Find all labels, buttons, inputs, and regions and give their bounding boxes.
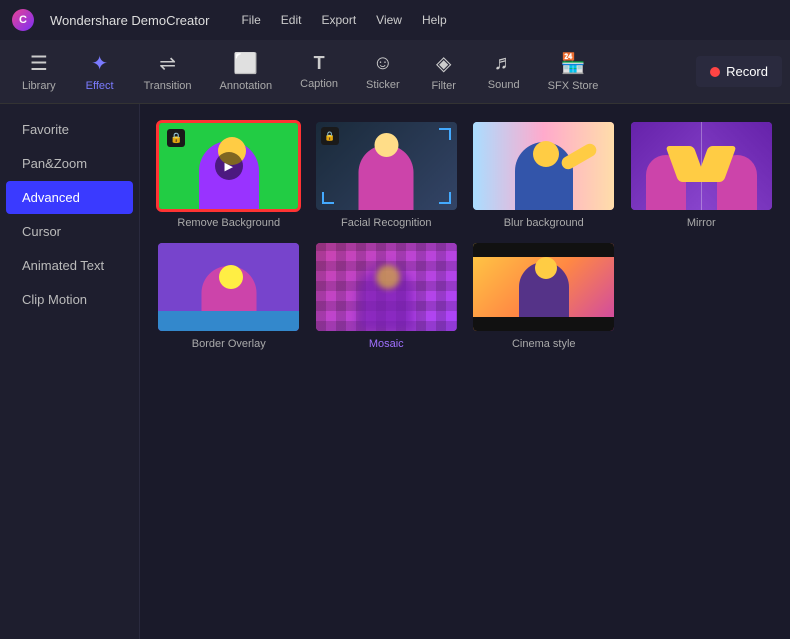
caption-icon: T bbox=[314, 53, 325, 74]
app-title: Wondershare DemoCreator bbox=[50, 13, 209, 28]
effect-card-remove-bg[interactable]: 🔒 ▶ Remove Background bbox=[156, 120, 302, 229]
effect-label-remove-bg: Remove Background bbox=[177, 217, 280, 229]
effect-label-mosaic: Mosaic bbox=[369, 338, 404, 350]
toolbar-sound-label: Sound bbox=[488, 79, 520, 91]
effect-card-blur[interactable]: Blur background bbox=[471, 120, 617, 229]
effect-label-border: Border Overlay bbox=[192, 338, 266, 350]
toolbar-sfxstore[interactable]: 🏪 SFX Store bbox=[534, 45, 613, 98]
effect-thumb-mirror bbox=[629, 120, 774, 212]
effect-card-mirror[interactable]: Mirror bbox=[629, 120, 775, 229]
toolbar-annotation[interactable]: ⬜ Annotation bbox=[206, 45, 287, 98]
menu-edit[interactable]: Edit bbox=[273, 9, 310, 31]
effect-card-mosaic[interactable]: Mosaic bbox=[314, 241, 460, 350]
effect-thumb-border bbox=[156, 241, 301, 333]
toolbar: ☰ Library ✦ Effect ⇌ Transition ⬜ Annota… bbox=[0, 40, 790, 104]
annotation-icon: ⬜ bbox=[233, 51, 258, 76]
menu-file[interactable]: File bbox=[233, 9, 268, 31]
effect-thumb-remove-bg: 🔒 ▶ bbox=[156, 120, 301, 212]
sidebar-item-advanced[interactable]: Advanced bbox=[6, 181, 133, 214]
effect-icon: ✦ bbox=[91, 51, 108, 76]
effect-thumb-cinema bbox=[471, 241, 616, 333]
effect-thumb-blur bbox=[471, 120, 616, 212]
title-bar: C Wondershare DemoCreator File Edit Expo… bbox=[0, 0, 790, 40]
toolbar-effect-label: Effect bbox=[86, 80, 114, 92]
menu-bar: File Edit Export View Help bbox=[233, 9, 454, 31]
toolbar-sticker[interactable]: ☺ Sticker bbox=[352, 46, 414, 97]
effect-label-mirror: Mirror bbox=[687, 217, 716, 229]
sidebar-item-favorite[interactable]: Favorite bbox=[6, 113, 133, 146]
effect-card-cinema[interactable]: Cinema style bbox=[471, 241, 617, 350]
toolbar-sticker-label: Sticker bbox=[366, 79, 400, 91]
toolbar-library-label: Library bbox=[22, 80, 56, 92]
content-area: 🔒 ▶ Remove Background bbox=[140, 104, 790, 639]
app-logo: C bbox=[12, 9, 34, 31]
toolbar-caption-label: Caption bbox=[300, 78, 338, 90]
toolbar-sfxstore-label: SFX Store bbox=[548, 80, 599, 92]
sidebar: Favorite Pan&Zoom Advanced Cursor Animat… bbox=[0, 104, 140, 639]
effect-card-border[interactable]: Border Overlay bbox=[156, 241, 302, 350]
effect-thumb-mosaic bbox=[314, 241, 459, 333]
record-dot bbox=[710, 67, 720, 77]
sound-icon: ♬ bbox=[494, 52, 514, 75]
sticker-icon: ☺ bbox=[373, 52, 393, 75]
toolbar-transition-label: Transition bbox=[144, 80, 192, 92]
menu-help[interactable]: Help bbox=[414, 9, 455, 31]
library-icon: ☰ bbox=[30, 51, 48, 76]
toolbar-filter[interactable]: ◈ Filter bbox=[414, 45, 474, 98]
effect-thumb-facial: 🔒 bbox=[314, 120, 459, 212]
sidebar-item-cursor[interactable]: Cursor bbox=[6, 215, 133, 248]
effects-grid: 🔒 ▶ Remove Background bbox=[156, 120, 774, 350]
toolbar-filter-label: Filter bbox=[431, 80, 455, 92]
toolbar-caption[interactable]: T Caption bbox=[286, 47, 352, 96]
toolbar-library[interactable]: ☰ Library bbox=[8, 45, 70, 98]
effect-label-blur: Blur background bbox=[504, 217, 584, 229]
effect-label-facial: Facial Recognition bbox=[341, 217, 432, 229]
menu-export[interactable]: Export bbox=[313, 9, 364, 31]
toolbar-annotation-label: Annotation bbox=[220, 80, 273, 92]
record-button[interactable]: Record bbox=[696, 56, 782, 87]
toolbar-effect[interactable]: ✦ Effect bbox=[70, 45, 130, 98]
toolbar-transition[interactable]: ⇌ Transition bbox=[130, 45, 206, 98]
sidebar-item-panzoom[interactable]: Pan&Zoom bbox=[6, 147, 133, 180]
menu-view[interactable]: View bbox=[368, 9, 410, 31]
main-area: Favorite Pan&Zoom Advanced Cursor Animat… bbox=[0, 104, 790, 639]
transition-icon: ⇌ bbox=[159, 51, 176, 76]
filter-icon: ◈ bbox=[436, 51, 451, 76]
effect-label-cinema: Cinema style bbox=[512, 338, 576, 350]
toolbar-sound[interactable]: ♬ Sound bbox=[474, 46, 534, 97]
sfxstore-icon: 🏪 bbox=[561, 51, 586, 76]
sidebar-item-animatedtext[interactable]: Animated Text bbox=[6, 249, 133, 282]
effect-card-facial[interactable]: 🔒 Facial Recognition bbox=[314, 120, 460, 229]
sidebar-item-clipmotion[interactable]: Clip Motion bbox=[6, 283, 133, 316]
record-label: Record bbox=[726, 64, 768, 79]
